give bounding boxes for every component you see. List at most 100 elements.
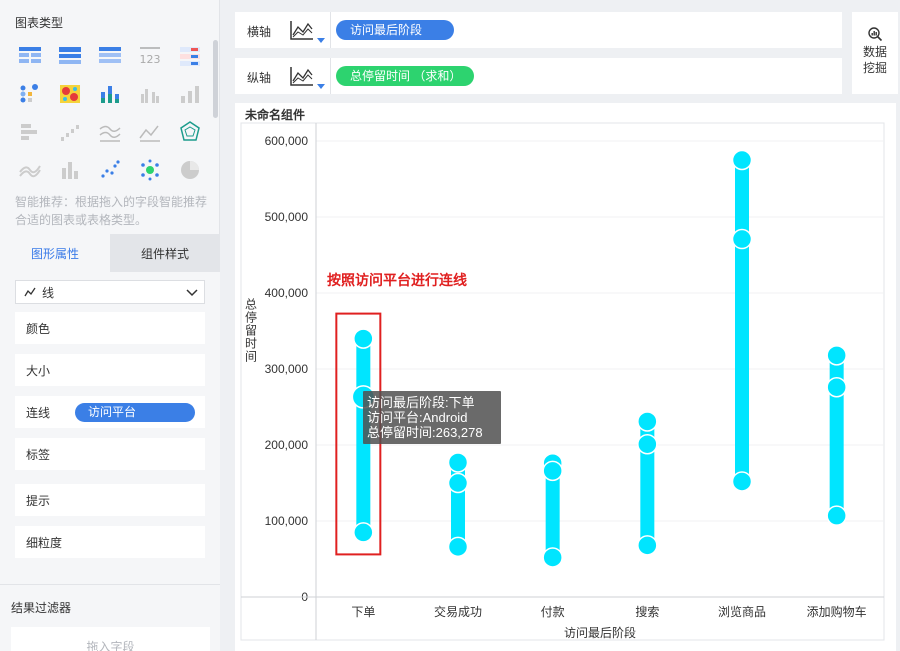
chart-widget: 未命名组件 0 100,000 200,000 300,000 400,000 500,0… bbox=[235, 103, 896, 651]
tab-component-style[interactable]: 组件样式 bbox=[110, 234, 220, 272]
data-mining-button[interactable]: 数据挖掘 bbox=[852, 12, 898, 94]
plot-frame bbox=[240, 122, 885, 641]
prop-connect-line[interactable]: 连线 访问平台 bbox=[15, 396, 205, 428]
chart-type-multi-kpi-icon[interactable] bbox=[170, 38, 210, 74]
prop-color-label: 颜色 bbox=[26, 321, 51, 336]
x-tick-label: 添加购物车 bbox=[807, 604, 867, 619]
prop-tooltip-label: 提示 bbox=[26, 493, 51, 508]
filter-drop-zone[interactable]: 拖入字段 bbox=[11, 627, 210, 651]
x-axis-title: 访问最后阶段 bbox=[564, 625, 636, 640]
y-tick-label: 500,000 bbox=[265, 210, 309, 224]
shelf-divider bbox=[330, 58, 331, 94]
chart-type-area-icon[interactable] bbox=[130, 114, 170, 150]
filter-drop-placeholder: 拖入字段 bbox=[86, 640, 135, 651]
y-axis-title-char: 留 bbox=[245, 324, 257, 338]
chart-type-kpi-icon[interactable]: 123 bbox=[130, 38, 170, 74]
chart-type-line-icon[interactable] bbox=[90, 114, 130, 150]
chart-type-stacked-bar-icon[interactable] bbox=[90, 76, 130, 112]
prop-connect-label: 连线 bbox=[26, 405, 51, 420]
connect-field-pill[interactable]: 访问平台 bbox=[75, 403, 195, 422]
prop-granularity[interactable]: 细粒度 bbox=[15, 526, 205, 558]
chart-type-bar-icon[interactable] bbox=[170, 76, 210, 112]
chart-type-scatter-icon[interactable] bbox=[90, 152, 130, 188]
y-tick-label: 200,000 bbox=[265, 438, 309, 452]
chart-type-grouped-bar-icon[interactable] bbox=[130, 76, 170, 112]
x-axis-shelf: 横轴 访问最后阶段 bbox=[235, 12, 842, 48]
y-axis-title-char: 时 bbox=[245, 337, 257, 351]
data-point bbox=[826, 376, 847, 398]
data-point bbox=[731, 228, 753, 250]
chart-type-dot-table-icon[interactable] bbox=[10, 76, 50, 112]
tooltip-line: 访问平台:Android bbox=[367, 410, 467, 425]
chart-type-scrollbar[interactable] bbox=[213, 40, 218, 118]
data-point bbox=[637, 535, 658, 556]
x-axis-field-pill[interactable]: 访问最后阶段 bbox=[336, 20, 454, 40]
data-point bbox=[637, 433, 658, 455]
y-axis-shelf: 纵轴 总停留时间 （求和） bbox=[235, 58, 842, 94]
y-tick-label: 100,000 bbox=[265, 514, 309, 528]
x-axis-chart-type-icon[interactable] bbox=[289, 18, 327, 44]
data-point bbox=[826, 505, 847, 526]
left-panel: 图表类型 123 智能推荐：根据拖入的字段智能推荐合适的图表或表格类型。 图形属… bbox=[0, 0, 220, 651]
chart-type-waterfall-icon[interactable] bbox=[50, 114, 90, 150]
y-tick-label: 400,000 bbox=[265, 286, 309, 300]
mark-type-value: 线 bbox=[42, 285, 55, 300]
data-mining-label: 数据挖掘 bbox=[862, 45, 887, 75]
prop-color[interactable]: 颜色 bbox=[15, 312, 205, 344]
result-filter: 结果过滤器 拖入字段 bbox=[0, 584, 220, 651]
prop-size[interactable]: 大小 bbox=[15, 354, 205, 386]
line-chart-icon bbox=[24, 287, 36, 297]
x-tick-label: 交易成功 bbox=[434, 604, 482, 619]
chart-type-table-icon[interactable] bbox=[10, 38, 50, 74]
shape-properties-panel: 线 颜色 大小 连线 访问平台 标签 提示 细粒度 bbox=[0, 272, 220, 584]
chart-type-title: 图表类型 bbox=[15, 16, 64, 30]
data-point bbox=[826, 345, 847, 366]
x-axis-shelf-label: 横轴 bbox=[247, 25, 272, 39]
result-filter-title: 结果过滤器 bbox=[11, 601, 72, 615]
x-tick-label: 搜索 bbox=[635, 604, 659, 619]
x-tick-label: 浏览商品 bbox=[718, 604, 766, 619]
tab-shape-properties[interactable]: 图形属性 bbox=[0, 234, 110, 272]
chart-type-heatmap-icon[interactable] bbox=[50, 76, 90, 112]
y-tick-label: 600,000 bbox=[265, 134, 309, 148]
data-point bbox=[731, 149, 753, 171]
prop-size-label: 大小 bbox=[26, 363, 51, 378]
chart-type-detail-table-icon[interactable] bbox=[90, 38, 130, 74]
chart-type-bubble-icon[interactable] bbox=[130, 152, 170, 188]
smart-recommend-tip: 智能推荐：根据拖入的字段智能推荐合适的图表或表格类型。 bbox=[15, 195, 208, 227]
chart-type-stream-icon[interactable] bbox=[10, 152, 50, 188]
y-axis-title-char: 间 bbox=[245, 350, 257, 364]
range-line-chart: 0100,000200,000300,000400,000500,000600,… bbox=[240, 122, 885, 641]
chevron-down-icon bbox=[186, 289, 198, 297]
annotation-text: 按照访问平台进行连线 bbox=[327, 272, 467, 288]
data-point bbox=[542, 547, 563, 568]
y-tick-label: 300,000 bbox=[265, 362, 309, 376]
prop-granularity-label: 细粒度 bbox=[26, 535, 63, 550]
chart-type-horizontal-bar-icon[interactable] bbox=[10, 114, 50, 150]
data-point bbox=[542, 460, 563, 482]
data-point bbox=[447, 452, 469, 473]
x-tick-label: 付款 bbox=[541, 605, 565, 619]
prop-label[interactable]: 标签 bbox=[15, 438, 205, 470]
chart-type-crosstab-icon[interactable] bbox=[50, 38, 90, 74]
y-axis-title-char: 停 bbox=[245, 310, 257, 325]
data-point bbox=[447, 472, 469, 494]
mark-type-select[interactable]: 线 bbox=[15, 280, 205, 304]
x-tick-label: 下单 bbox=[351, 605, 375, 619]
prop-tooltip[interactable]: 提示 bbox=[15, 484, 205, 516]
chart-type-pie-icon[interactable] bbox=[170, 152, 210, 188]
tooltip-line: 总停留时间:263,278 bbox=[367, 425, 483, 440]
y-axis-field-pill[interactable]: 总停留时间 （求和） bbox=[336, 66, 474, 86]
property-tabs: 图形属性 组件样式 bbox=[0, 234, 220, 272]
svg-text:123: 123 bbox=[140, 53, 161, 66]
y-axis-shelf-label: 纵轴 bbox=[247, 71, 272, 85]
y-axis-chart-type-icon[interactable] bbox=[289, 64, 327, 90]
shelf-divider bbox=[330, 12, 331, 48]
data-point bbox=[447, 536, 469, 558]
chart-type-range-bar-icon[interactable] bbox=[50, 152, 90, 188]
data-point bbox=[353, 522, 374, 543]
data-point bbox=[353, 328, 374, 349]
chart-type-radar-icon[interactable] bbox=[170, 114, 210, 150]
y-axis-title-char: 总 bbox=[245, 298, 257, 312]
data-point bbox=[731, 471, 753, 492]
